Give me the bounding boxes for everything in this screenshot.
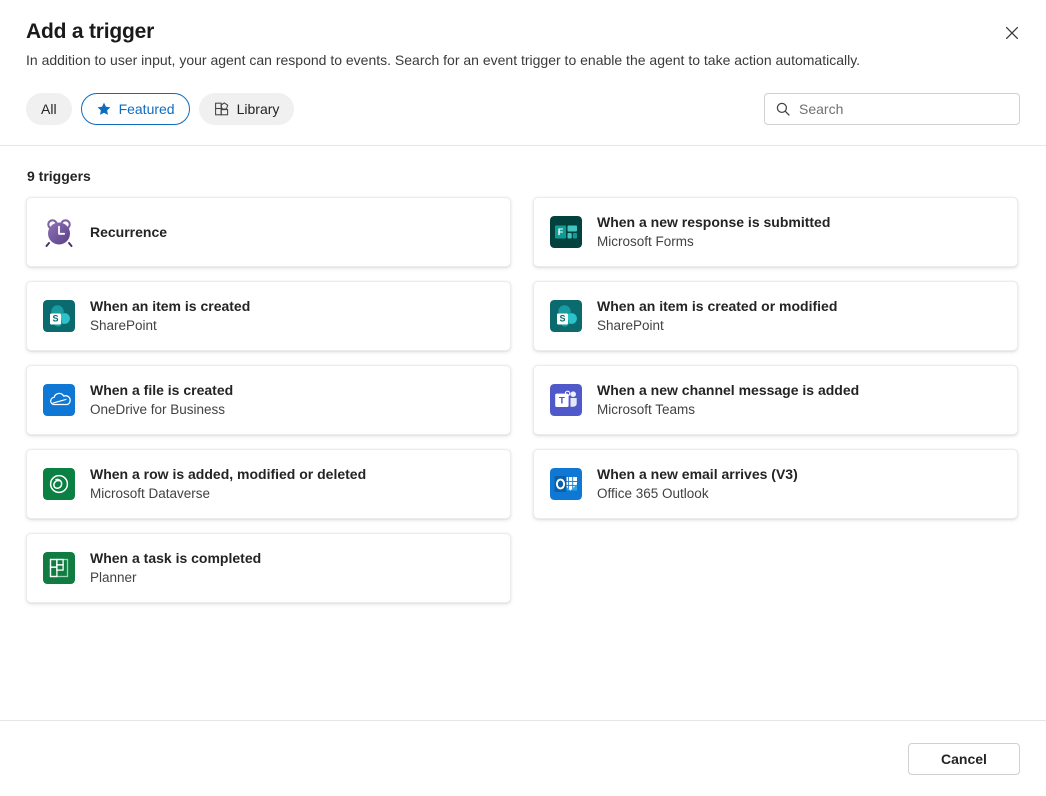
filter-chip-group: All Featured: [26, 93, 294, 125]
trigger-card-sharepoint-item-modified[interactable]: S When an item is created or modified Sh…: [533, 281, 1018, 351]
filter-chip-library-label: Library: [237, 101, 280, 117]
forms-icon: F: [550, 216, 582, 248]
trigger-card-planner-task[interactable]: When a task is completed Planner: [26, 533, 511, 603]
planner-icon: [43, 552, 75, 584]
trigger-title: Recurrence: [90, 223, 167, 242]
trigger-card-text: When an item is created SharePoint: [90, 297, 250, 335]
recurrence-clock-icon: [43, 216, 75, 248]
trigger-title: When an item is created: [90, 297, 250, 316]
filter-chip-all[interactable]: All: [26, 93, 72, 125]
trigger-title: When a task is completed: [90, 549, 261, 568]
trigger-subtitle: Office 365 Outlook: [597, 484, 798, 503]
trigger-card-dataverse-row[interactable]: When a row is added, modified or deleted…: [26, 449, 511, 519]
trigger-card-text: When a new response is submitted Microso…: [597, 213, 830, 251]
trigger-card-teams-channel-message[interactable]: T When a new channel message is added Mi…: [533, 365, 1018, 435]
sharepoint-icon: S: [43, 300, 75, 332]
dialog-header: Add a trigger In addition to user input,…: [0, 0, 1046, 71]
svg-text:F: F: [558, 227, 564, 237]
filter-chip-all-label: All: [41, 101, 57, 117]
trigger-subtitle: Microsoft Teams: [597, 400, 859, 419]
filter-chip-featured[interactable]: Featured: [81, 93, 190, 125]
trigger-title: When an item is created or modified: [597, 297, 837, 316]
dataverse-icon: [43, 468, 75, 500]
search-icon: [775, 101, 791, 117]
trigger-card-text: When a row is added, modified or deleted…: [90, 465, 366, 503]
trigger-card-text: When a new email arrives (V3) Office 365…: [597, 465, 798, 503]
cancel-button[interactable]: Cancel: [908, 743, 1020, 775]
svg-text:S: S: [52, 314, 58, 324]
trigger-subtitle: SharePoint: [597, 316, 837, 335]
filter-toolbar: All Featured: [0, 71, 1046, 145]
trigger-card-text: When a new channel message is added Micr…: [597, 381, 859, 419]
dialog-footer: Cancel: [0, 720, 1046, 796]
trigger-title: When a file is created: [90, 381, 233, 400]
search-box[interactable]: [764, 93, 1020, 125]
trigger-subtitle: OneDrive for Business: [90, 400, 233, 419]
page-title: Add a trigger: [26, 18, 1020, 46]
svg-text:S: S: [559, 314, 565, 324]
dialog-subtitle: In addition to user input, your agent ca…: [26, 50, 926, 71]
results-count: 9 triggers: [27, 168, 1020, 184]
library-icon: [214, 101, 230, 117]
filter-chip-featured-label: Featured: [119, 101, 175, 117]
teams-icon: T: [550, 384, 582, 416]
trigger-title: When a new channel message is added: [597, 381, 859, 400]
trigger-card-text: When a file is created OneDrive for Busi…: [90, 381, 233, 419]
filter-chip-library[interactable]: Library: [199, 93, 295, 125]
trigger-subtitle: Microsoft Forms: [597, 232, 830, 251]
trigger-card-text: When a task is completed Planner: [90, 549, 261, 587]
trigger-subtitle: Planner: [90, 568, 261, 587]
trigger-title: When a new email arrives (V3): [597, 465, 798, 484]
outlook-icon: [550, 468, 582, 500]
trigger-card-recurrence[interactable]: Recurrence: [26, 197, 511, 267]
trigger-card-onedrive-file-created[interactable]: When a file is created OneDrive for Busi…: [26, 365, 511, 435]
trigger-subtitle: SharePoint: [90, 316, 250, 335]
search-input[interactable]: [799, 94, 1009, 124]
star-icon: [96, 101, 112, 117]
trigger-title: When a new response is submitted: [597, 213, 830, 232]
add-trigger-dialog: Add a trigger In addition to user input,…: [0, 0, 1046, 796]
close-button[interactable]: [997, 19, 1027, 49]
svg-text:T: T: [559, 395, 565, 406]
trigger-card-text: When an item is created or modified Shar…: [597, 297, 837, 335]
trigger-card-sharepoint-item-created[interactable]: S When an item is created SharePoint: [26, 281, 511, 351]
close-icon: [1004, 25, 1020, 44]
onedrive-icon: [43, 384, 75, 416]
results-area: 9 triggers: [0, 146, 1046, 720]
sharepoint-icon: S: [550, 300, 582, 332]
trigger-grid: Recurrence F When a new response is subm: [26, 197, 1020, 603]
trigger-title: When a row is added, modified or deleted: [90, 465, 366, 484]
trigger-card-outlook-email[interactable]: When a new email arrives (V3) Office 365…: [533, 449, 1018, 519]
trigger-card-forms-response[interactable]: F When a new response is submitted Micro…: [533, 197, 1018, 267]
trigger-subtitle: Microsoft Dataverse: [90, 484, 366, 503]
trigger-card-text: Recurrence: [90, 223, 167, 242]
